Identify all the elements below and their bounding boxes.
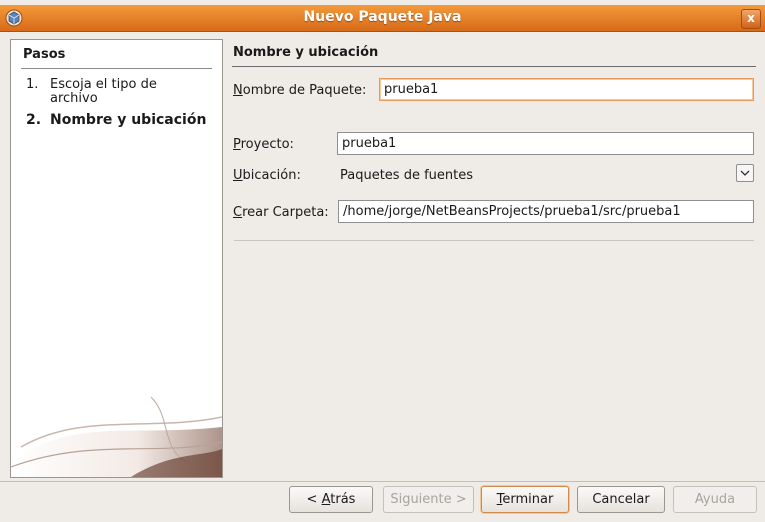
location-dropdown-button[interactable] bbox=[736, 164, 754, 182]
button-bar-separator bbox=[0, 481, 765, 482]
step-item-1: 1. Escoja el tipo de archivo bbox=[26, 78, 200, 106]
step-label: Escoja el tipo de archivo bbox=[50, 77, 157, 106]
cancel-button[interactable]: Cancelar bbox=[577, 486, 665, 513]
close-icon: x bbox=[747, 11, 755, 25]
title-bar[interactable]: Nuevo Paquete Java x bbox=[0, 5, 765, 32]
package-name-label: Nombre de Paquete: bbox=[233, 83, 367, 98]
back-button[interactable]: < Atrás bbox=[289, 486, 373, 513]
steps-title: Pasos bbox=[23, 47, 66, 62]
section-divider bbox=[232, 66, 756, 67]
step-label: Nombre y ubicación bbox=[50, 112, 207, 128]
location-select-value[interactable]: Paquetes de fuentes bbox=[340, 168, 473, 183]
window-title: Nuevo Paquete Java bbox=[303, 9, 462, 25]
step-number: 1. bbox=[26, 77, 39, 92]
create-folder-label: Crear Carpeta: bbox=[233, 205, 329, 220]
project-field: prueba1 bbox=[337, 132, 754, 155]
create-folder-field: /home/jorge/NetBeansProjects/prueba1/src… bbox=[338, 200, 754, 223]
chevron-down-icon bbox=[740, 170, 750, 176]
location-label: Ubicación: bbox=[233, 168, 301, 183]
decorative-swoosh-image bbox=[11, 396, 222, 477]
form-separator bbox=[234, 240, 754, 241]
step-number: 2. bbox=[26, 112, 42, 128]
steps-divider bbox=[21, 68, 212, 69]
step-item-2: 2. Nombre y ubicación bbox=[26, 113, 206, 127]
finish-button[interactable]: Terminar bbox=[481, 486, 569, 513]
package-name-input[interactable]: prueba1 bbox=[379, 78, 754, 101]
steps-panel: Pasos 1. Escoja el tipo de archivo 2. Nomb… bbox=[10, 39, 223, 478]
next-button[interactable]: Siguiente > bbox=[383, 486, 474, 513]
help-button[interactable]: Ayuda bbox=[673, 486, 757, 513]
close-button[interactable]: x bbox=[741, 9, 761, 29]
dialog-window: Nuevo Paquete Java x Pasos 1. Escoja el t… bbox=[0, 0, 765, 522]
project-label: Proyecto: bbox=[233, 137, 294, 152]
section-title: Nombre y ubicación bbox=[233, 45, 379, 60]
